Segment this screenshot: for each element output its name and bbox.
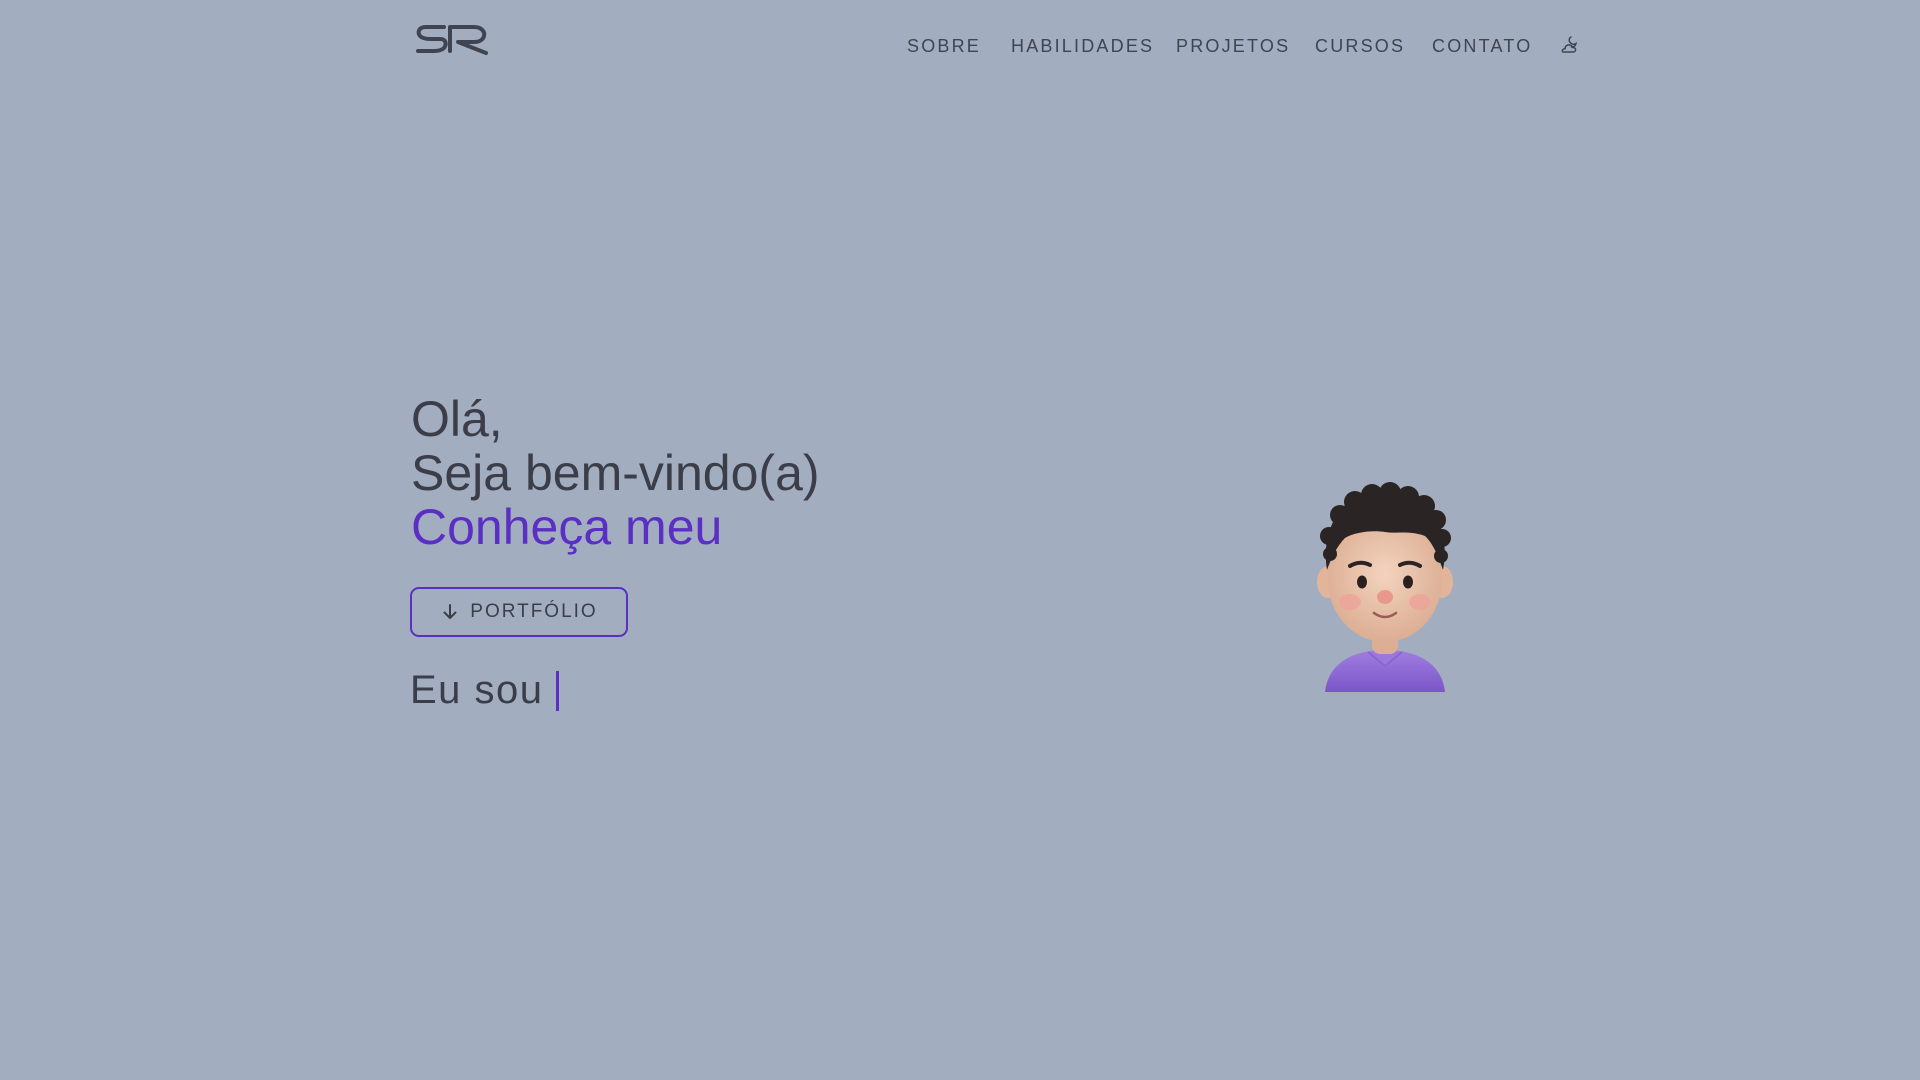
nav-habilidades[interactable]: HABILIDADES [1011, 34, 1154, 58]
typing-text: Eu sou [410, 668, 559, 713]
portfolio-button[interactable]: PORTFÓLIO [410, 587, 628, 637]
arrow-down-icon [443, 604, 457, 619]
nav-cursos[interactable]: CURSOS [1315, 34, 1405, 58]
typing-label: Eu sou [410, 668, 544, 712]
main-nav: SOBRE HABILIDADES PROJETOS CURSOS CONTAT… [0, 34, 1920, 58]
moon-cloud-icon[interactable] [1558, 34, 1580, 56]
hero-heading: Olá, Seja bem-vindo(a) Conheça meu [411, 392, 1211, 554]
nav-sobre[interactable]: SOBRE [907, 34, 981, 58]
portfolio-button-label: PORTFÓLIO [470, 601, 598, 622]
typing-caret [555, 670, 559, 711]
nav-contato[interactable]: CONTATO [1432, 34, 1532, 58]
nav-projetos[interactable]: PROJETOS [1176, 34, 1290, 58]
avatar [1317, 482, 1453, 692]
greeting-line: Olá, [411, 391, 503, 447]
intro-line: Conheça meu [411, 499, 723, 555]
page: SOBRE HABILIDADES PROJETOS CURSOS CONTAT… [0, 0, 1920, 1080]
welcome-line: Seja bem-vindo(a) [411, 445, 820, 501]
